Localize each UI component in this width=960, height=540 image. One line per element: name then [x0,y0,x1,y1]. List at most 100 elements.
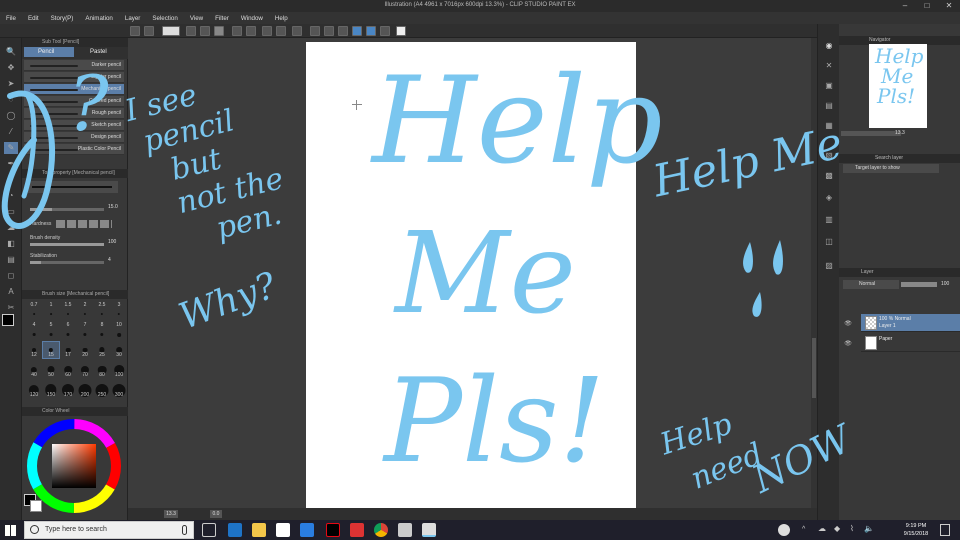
fill-tool-icon[interactable]: ◧ [4,238,18,250]
brush-size-cell[interactable]: 0.7 [26,302,42,318]
brush-size-cell[interactable]: 12 [26,342,42,358]
subtool-item[interactable]: Darker pencil [24,60,124,71]
brush-size-cell[interactable]: 250 [94,382,110,398]
fill-icon[interactable] [292,26,302,36]
menu-view[interactable]: View [190,15,203,22]
menu-selection[interactable]: Selection [152,15,177,22]
eraser-tool-icon[interactable]: ▭ [4,206,18,218]
menu-story[interactable]: Story(P) [51,15,74,22]
stabilization-slider[interactable] [30,261,104,264]
new-canvas-icon[interactable] [130,26,140,36]
tab-pencil[interactable]: Pencil [24,47,74,57]
material-icon[interactable]: ▣ [822,80,836,92]
clip-studio-icon[interactable] [398,523,412,537]
text-tool-icon[interactable]: A [4,286,18,298]
brush-size-cell[interactable]: 300 [111,382,127,398]
pen-tool-icon[interactable]: ✒ [4,158,18,170]
brush-size-cell[interactable]: 2.5 [94,302,110,318]
brush-size-cell[interactable]: 170 [60,382,76,398]
menu-edit[interactable]: Edit [28,15,39,22]
search-layer-dropdown[interactable]: Target layer to show [843,164,939,173]
move-tool-icon[interactable]: ✥ [4,62,18,74]
brush-size-cell[interactable]: 20 [77,342,93,358]
main-color-swatch[interactable] [2,314,14,326]
hardness-selector[interactable] [56,220,112,228]
brush-size-cell[interactable]: 10 [111,322,127,338]
layer-row[interactable]: Paper [861,334,960,352]
app-icon[interactable] [350,523,364,537]
brush-size-cell[interactable]: 60 [60,362,76,378]
menu-filter[interactable]: Filter [215,15,229,22]
subtool-item[interactable]: Sketch pencil [24,120,124,131]
opacity-slider[interactable] [901,282,937,287]
clip-studio-paint-icon[interactable] [422,523,436,537]
chrome-icon[interactable] [374,523,388,537]
menu-window[interactable]: Window [241,15,263,22]
selection-tool-icon[interactable]: ◌ [4,94,18,106]
brush-size-cell[interactable]: 1 [43,302,59,318]
brush-size-cell[interactable]: 30 [111,342,127,358]
operation-tool-icon[interactable]: ➤ [4,78,18,90]
settings-icon[interactable] [200,26,210,36]
pose-icon[interactable]: ▨ [822,260,836,272]
windows-start-icon[interactable] [5,525,16,536]
clear-icon[interactable] [262,26,272,36]
rotation-value[interactable]: 0.0 [210,510,222,518]
minimize-icon[interactable]: – [894,0,916,12]
clock[interactable]: 9:19 PM 9/15/2018 [896,522,936,538]
netflix-icon[interactable] [326,523,340,537]
navigator-thumbnail[interactable]: Help Me Pls! [869,44,927,128]
blend-mode-dropdown[interactable]: Normal [843,280,899,289]
tab-pastel[interactable]: Pastel [76,47,126,57]
close-icon[interactable]: ✕ [938,0,960,12]
dropbox-icon[interactable] [300,523,314,537]
menu-layer[interactable]: Layer [125,15,140,22]
cloud-icon[interactable] [162,26,180,36]
redo-icon[interactable] [246,26,256,36]
undo-icon[interactable] [232,26,242,36]
menu-file[interactable]: File [6,15,16,22]
brush-size-cell[interactable]: 15 [42,341,60,359]
cloud-tray-icon[interactable]: ☁ [818,524,826,533]
brush-size-cell[interactable]: 40 [26,362,42,378]
brush-size-cell[interactable]: 25 [94,342,110,358]
transform-icon[interactable] [276,26,286,36]
figure-tool-icon[interactable]: ◻ [4,270,18,282]
store-icon[interactable] [276,523,290,537]
microphone-icon[interactable] [182,525,187,535]
eye-icon[interactable]: 👁 [844,340,852,348]
zoom-tool-icon[interactable]: 🔍 [4,46,18,58]
brush-size-cell[interactable]: 17 [60,342,76,358]
subtool-item[interactable]: Rough pencil [24,108,124,119]
brush-size-cell[interactable]: 3 [111,302,127,318]
chevron-up-icon[interactable]: ^ [802,526,805,533]
auto-action-icon[interactable]: ▧ [822,150,836,162]
subtool-item[interactable]: Mechanical pencil [24,84,124,95]
taskbar-search-input[interactable]: Type here to search [24,521,194,539]
mirror-icon[interactable]: ✕ [822,60,836,72]
brush-size-cell[interactable]: 200 [77,382,93,398]
canvas-paper[interactable] [306,42,636,508]
zoom-value[interactable]: 13.3 [164,510,178,518]
stop-icon[interactable] [214,26,224,36]
brush-tool-icon[interactable]: ✐ [4,174,18,186]
timeline-icon[interactable]: ◈ [822,192,836,204]
color-sub-swatch[interactable] [30,500,42,512]
brush-size-cell[interactable]: 5 [43,322,59,338]
file-explorer-icon[interactable] [252,523,266,537]
layer-property-icon[interactable]: ▤ [822,100,836,112]
menu-help[interactable]: Help [275,15,288,22]
notification-icon[interactable] [940,524,950,536]
brush-size-slider[interactable] [30,208,104,211]
brush-size-cell[interactable]: 100 [111,362,127,378]
dropbox-tray-icon[interactable]: ◆ [834,524,840,533]
brush-size-cell[interactable]: 2 [77,302,93,318]
maximize-icon[interactable]: □ [916,0,938,12]
sub-view-icon[interactable]: ▥ [822,214,836,226]
menu-icon[interactable]: ◉ [822,40,836,52]
open-icon[interactable] [144,26,154,36]
gradient-tool-icon[interactable]: ▤ [4,254,18,266]
eye-icon[interactable]: 👁 [844,320,852,328]
lasso-tool-icon[interactable]: ◯ [4,110,18,122]
deselect-icon[interactable] [310,26,320,36]
